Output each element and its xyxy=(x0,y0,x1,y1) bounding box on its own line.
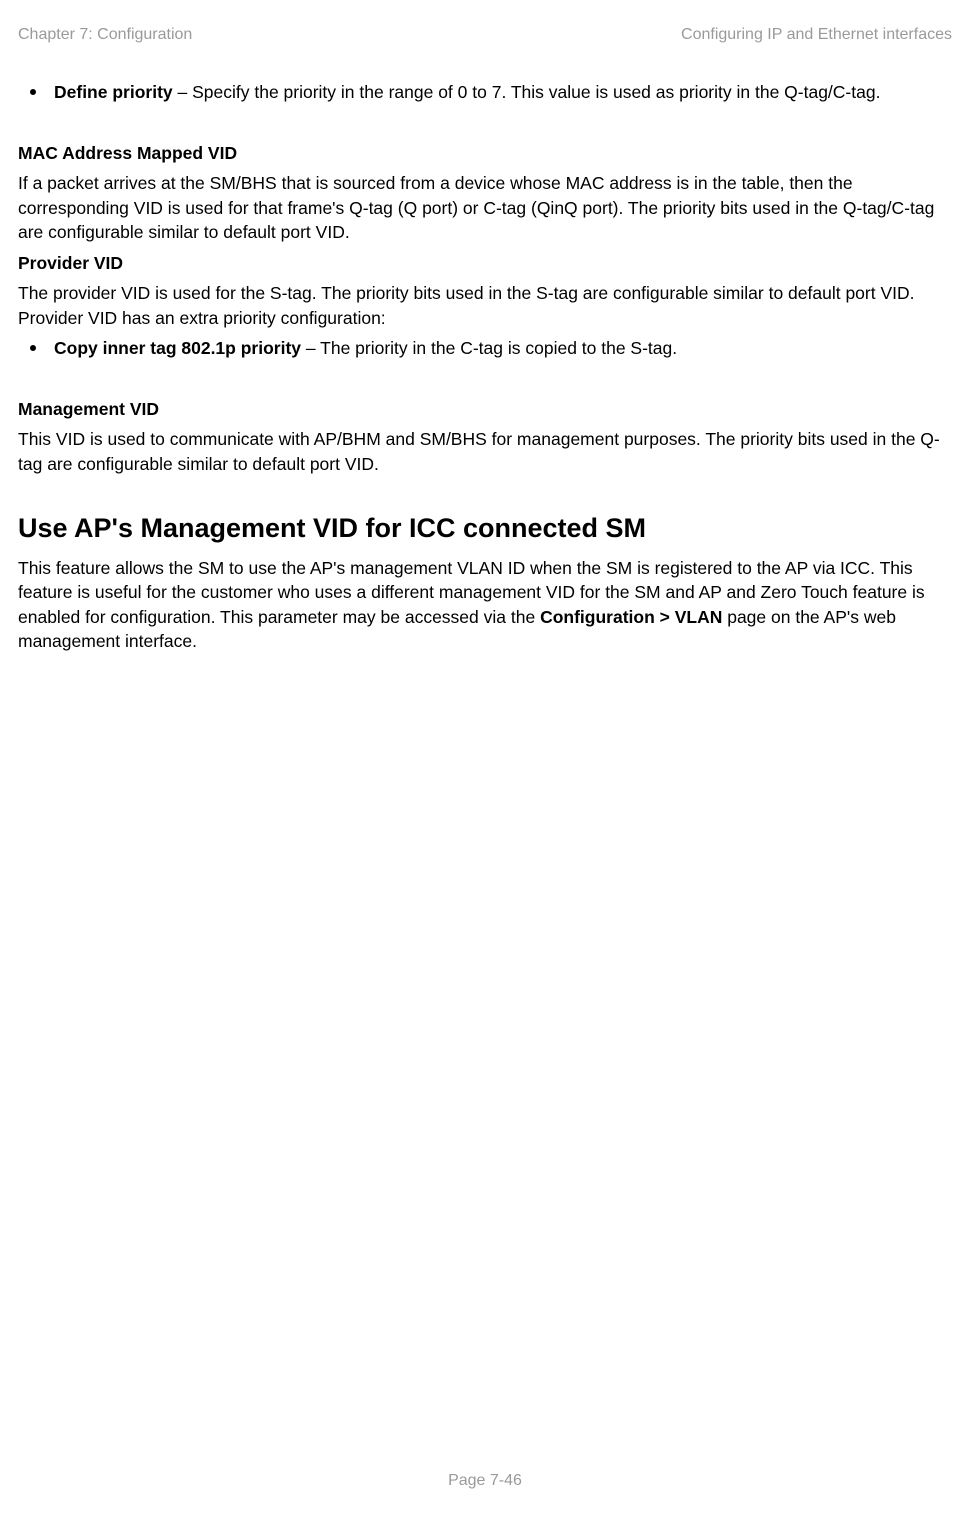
para-mac: If a packet arrives at the SM/BHS that i… xyxy=(18,171,952,245)
bullet-icon xyxy=(30,89,36,95)
para-section: This feature allows the SM to use the AP… xyxy=(18,556,952,654)
heading-provider-vid: Provider VID xyxy=(18,251,952,276)
page-header: Chapter 7: Configuration Configuring IP … xyxy=(18,26,952,44)
bullet-rest: – Specify the priority in the range of 0… xyxy=(173,82,881,102)
bullet-text: Copy inner tag 802.1p priority – The pri… xyxy=(54,336,952,361)
heading-use-ap-mgmt-vid: Use AP's Management VID for ICC connecte… xyxy=(18,510,952,548)
para-section-b: Configuration > VLAN xyxy=(540,607,722,627)
heading-management-vid: Management VID xyxy=(18,397,952,422)
page-footer: Page 7-46 xyxy=(0,1472,970,1490)
bullet-lead: Copy inner tag 802.1p priority xyxy=(54,338,301,358)
heading-mac-address-mapped-vid: MAC Address Mapped VID xyxy=(18,141,952,166)
body-content: Define priority – Specify the priority i… xyxy=(18,80,952,654)
bullet-copy-inner-tag: Copy inner tag 802.1p priority – The pri… xyxy=(18,336,952,361)
para-provider: The provider VID is used for the S-tag. … xyxy=(18,281,952,330)
para-mgmt: This VID is used to communicate with AP/… xyxy=(18,427,952,476)
bullet-define-priority: Define priority – Specify the priority i… xyxy=(18,80,952,105)
bullet-text: Define priority – Specify the priority i… xyxy=(54,80,952,105)
header-right: Configuring IP and Ethernet interfaces xyxy=(681,26,952,44)
bullet-rest: – The priority in the C-tag is copied to… xyxy=(301,338,677,358)
bullet-lead: Define priority xyxy=(54,82,173,102)
bullet-icon xyxy=(30,345,36,351)
header-left: Chapter 7: Configuration xyxy=(18,26,192,44)
